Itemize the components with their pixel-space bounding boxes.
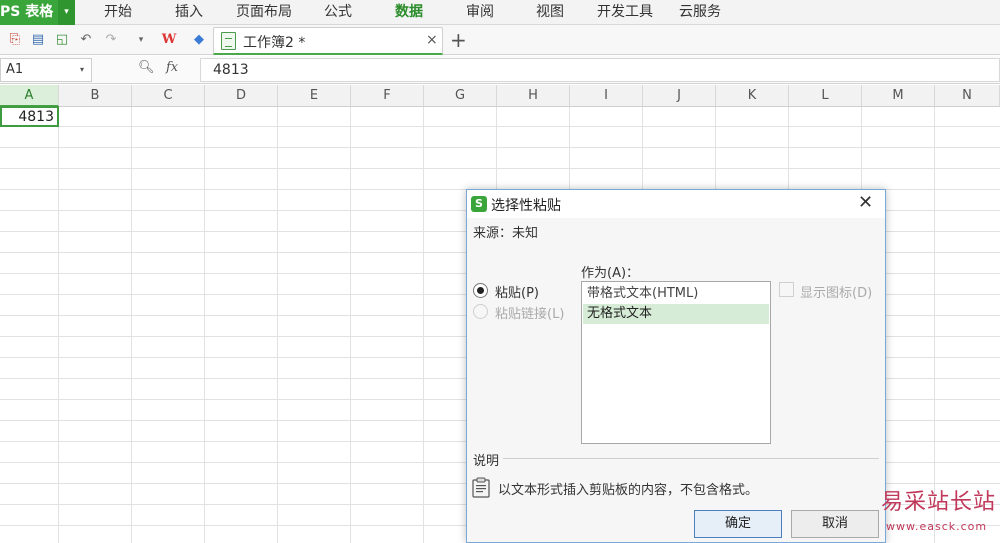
grid-line <box>0 168 1000 169</box>
column-header-b[interactable]: B <box>59 85 132 107</box>
clipboard-icon <box>472 477 490 498</box>
app-menu-button[interactable]: PS 表格 <box>0 0 58 25</box>
grid-line <box>423 107 424 543</box>
close-tab-icon[interactable]: × <box>426 32 438 48</box>
name-box-dropdown-icon[interactable]: ▾ <box>80 58 84 82</box>
list-item-html-text[interactable]: 带格式文本(HTML) <box>583 284 769 304</box>
grid-line <box>0 147 1000 148</box>
tab-label: 工作簿2 * <box>243 35 306 51</box>
menu-home[interactable]: 开始 <box>104 0 132 25</box>
fx-icon[interactable]: fx <box>166 60 178 75</box>
paste-special-dialog: S 选择性粘贴 ✕ 来源：未知 粘贴(P) 粘贴链接(L) 作为(A)： 带格式… <box>466 189 886 543</box>
ok-button[interactable]: 确定 <box>694 510 782 538</box>
menu-insert[interactable]: 插入 <box>175 0 203 25</box>
spreadsheet-file-icon <box>221 32 236 50</box>
column-header-n[interactable]: N <box>935 85 1000 107</box>
column-header-i[interactable]: I <box>570 85 643 107</box>
undo-icon[interactable]: ↶ <box>77 31 95 49</box>
column-header-e[interactable]: E <box>278 85 351 107</box>
menu-cloud[interactable]: 云服务 <box>679 0 721 25</box>
menu-review[interactable]: 审阅 <box>466 0 494 25</box>
grid-line <box>350 107 351 543</box>
column-header-l[interactable]: L <box>789 85 862 107</box>
column-header-h[interactable]: H <box>497 85 570 107</box>
new-tab-button[interactable]: + <box>450 27 467 53</box>
column-header-f[interactable]: F <box>351 85 424 107</box>
menu-page-layout[interactable]: 页面布局 <box>236 0 292 25</box>
menu-data[interactable]: 数据 <box>395 0 423 25</box>
menu-view[interactable]: 视图 <box>536 0 564 25</box>
grid-line <box>277 107 278 543</box>
paste-link-radio[interactable] <box>473 304 488 319</box>
grid-line <box>58 107 59 543</box>
column-header-c[interactable]: C <box>132 85 205 107</box>
tab-workbook[interactable]: 工作簿2 * × <box>213 27 443 55</box>
menu-formulas[interactable]: 公式 <box>324 0 352 25</box>
wps-logo-icon[interactable]: W <box>160 31 178 49</box>
show-icon-label[interactable]: 显示图标(D) <box>800 282 872 301</box>
dialog-title-bar[interactable]: S 选择性粘贴 ✕ <box>467 190 885 218</box>
menu-bar <box>0 0 1000 25</box>
menu-developer[interactable]: 开发工具 <box>597 0 653 25</box>
dropdown-icon[interactable]: ▾ <box>132 31 150 49</box>
cube-icon[interactable]: ◆ <box>190 31 208 49</box>
paste-radio[interactable] <box>473 283 488 298</box>
quick-toolbar <box>0 25 1000 55</box>
column-header-d[interactable]: D <box>205 85 278 107</box>
name-box[interactable]: A1 <box>0 58 92 82</box>
redo-icon[interactable]: ↷ <box>102 31 120 49</box>
watermark-url: www.easck.com <box>886 520 988 533</box>
as-listbox[interactable]: 带格式文本(HTML) 无格式文本 <box>581 281 771 444</box>
as-label: 作为(A)： <box>581 266 640 281</box>
column-header-a[interactable]: A <box>0 85 59 107</box>
paste-link-radio-label[interactable]: 粘贴链接(L) <box>495 303 564 322</box>
grid-line <box>934 107 935 543</box>
list-item-plain-text[interactable]: 无格式文本 <box>583 304 769 324</box>
preview-icon[interactable]: ◱ <box>53 31 71 49</box>
zoom-icon[interactable]: 🔍︎ <box>138 60 155 75</box>
column-header-j[interactable]: J <box>643 85 716 107</box>
cell-a1[interactable]: 4813 <box>0 106 59 127</box>
column-header-k[interactable]: K <box>716 85 789 107</box>
new-icon[interactable]: ⎘ <box>6 31 24 49</box>
cancel-button[interactable]: 取消 <box>791 510 879 538</box>
grid-line <box>0 126 1000 127</box>
show-icon-checkbox[interactable] <box>779 282 794 297</box>
description-text: 以文本形式插入剪贴板的内容，不包含格式。 <box>498 483 759 498</box>
column-header-m[interactable]: M <box>862 85 935 107</box>
app-menu-dropdown-icon[interactable]: ▾ <box>58 0 75 25</box>
grid-line <box>131 107 132 543</box>
dialog-title: 选择性粘贴 <box>491 198 561 214</box>
divider <box>503 458 879 459</box>
paste-radio-label[interactable]: 粘贴(P) <box>495 282 539 301</box>
source-label: 来源：未知 <box>473 226 539 241</box>
watermark-logo: 易采站长站 <box>881 490 997 515</box>
grid-line <box>204 107 205 543</box>
wps-spreadsheet-logo-icon: S <box>471 196 487 212</box>
dialog-close-icon[interactable]: ✕ <box>858 192 873 213</box>
print-icon[interactable]: ▤ <box>29 31 47 49</box>
formula-input[interactable]: 4813 <box>200 58 1000 82</box>
description-heading: 说明 <box>473 454 500 469</box>
column-header-g[interactable]: G <box>424 85 497 107</box>
